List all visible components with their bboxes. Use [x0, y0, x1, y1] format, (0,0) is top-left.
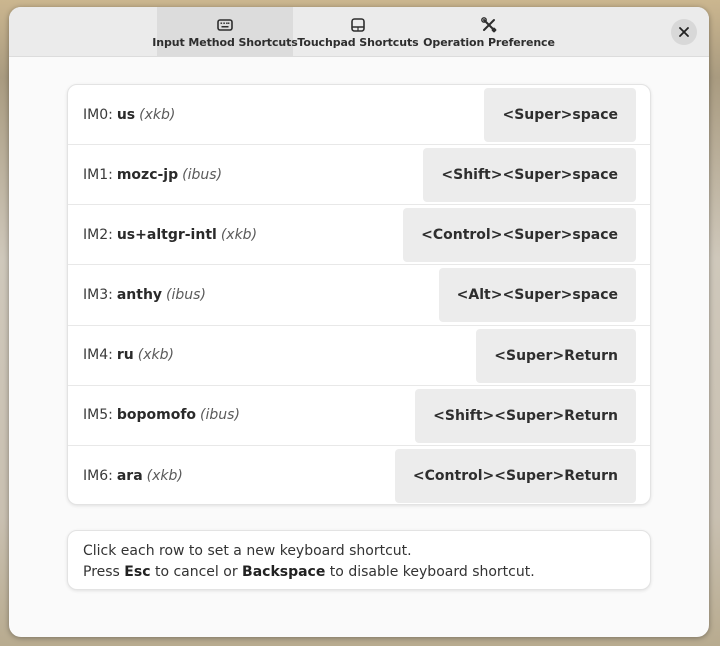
help-line-1: Click each row to set a new keyboard sho… [83, 543, 412, 559]
shortcut-button[interactable]: <Control><Super>space [403, 208, 636, 263]
input-method-row-2[interactable]: IM2: us+altgr-intl (xkb) <Control><Super… [68, 205, 650, 266]
tab-label: Input Method Shortcuts [152, 35, 298, 49]
shortcut-button[interactable]: <Shift><Super>Return [415, 388, 636, 443]
im-engine: xkb [152, 467, 178, 484]
input-method-row-3[interactable]: IM3: anthy (ibus) <Alt><Super>space [68, 265, 650, 326]
header-bar: Input Method Shortcuts Touchpad Shortcut… [9, 7, 709, 57]
im-index: IM5: [83, 407, 113, 424]
close-icon [679, 27, 689, 37]
shortcut-button[interactable]: <Super>Return [476, 328, 636, 383]
tab-touchpad-shortcuts[interactable]: Touchpad Shortcuts [293, 7, 423, 57]
row-label: IM5: bopomofo (ibus) [83, 407, 240, 424]
tools-icon [481, 16, 497, 32]
tab-label: Operation Preference [423, 35, 555, 49]
im-name: us+altgr-intl [116, 226, 217, 243]
keyboard-icon [217, 18, 233, 31]
im-name: ara [116, 467, 143, 484]
touchpad-icon [351, 17, 365, 32]
im-engine: xkb [226, 226, 252, 243]
im-engine: xkb [143, 347, 169, 364]
input-method-row-4[interactable]: IM4: ru (xkb) <Super>Return [68, 326, 650, 386]
im-engine: ibus [171, 286, 201, 303]
row-label: IM3: anthy (ibus) [83, 286, 206, 303]
input-method-list: IM0: us (xkb) <Super>space IM1: mozc-jp … [67, 84, 651, 505]
row-label: IM6: ara (xkb) [83, 467, 183, 484]
shortcuts-window: Input Method Shortcuts Touchpad Shortcut… [9, 7, 709, 637]
input-method-row-6[interactable]: IM6: ara (xkb) <Control><Super>Return [68, 446, 650, 504]
help-line-2: Press Esc to cancel or Backspace to disa… [83, 562, 635, 583]
im-name: ru [116, 347, 134, 364]
help-text: to cancel or [150, 564, 243, 580]
tab-bar: Input Method Shortcuts Touchpad Shortcut… [152, 7, 555, 57]
im-index: IM3: [83, 286, 113, 303]
shortcut-button[interactable]: <Alt><Super>space [438, 268, 636, 323]
shortcut-button[interactable]: <Super>space [484, 88, 636, 142]
tab-operation-preference[interactable]: Operation Preference [423, 7, 555, 57]
row-label: IM4: ru (xkb) [83, 347, 174, 364]
shortcut-button[interactable]: <Shift><Super>space [423, 148, 636, 203]
tab-label: Touchpad Shortcuts [297, 35, 419, 49]
row-label: IM1: mozc-jp (ibus) [83, 166, 223, 183]
help-box: Click each row to set a new keyboard sho… [67, 530, 651, 590]
help-text: Press [83, 564, 125, 580]
shortcut-button[interactable]: <Control><Super>Return [394, 448, 636, 503]
row-label: IM0: us (xkb) [83, 106, 176, 123]
im-index: IM6: [83, 467, 113, 484]
input-method-row-0[interactable]: IM0: us (xkb) <Super>space [68, 85, 650, 146]
row-label: IM2: us+altgr-intl (xkb) [83, 226, 258, 243]
backspace-key-label: Backspace [242, 564, 326, 580]
esc-key-label: Esc [124, 564, 151, 580]
im-engine: xkb [144, 106, 170, 123]
close-button[interactable] [671, 19, 697, 45]
im-index: IM0: [83, 106, 113, 123]
help-text: to disable keyboard shortcut. [325, 564, 535, 580]
tab-input-method-shortcuts[interactable]: Input Method Shortcuts [152, 7, 298, 57]
im-name: bopomofo [116, 407, 197, 424]
im-index: IM2: [83, 226, 113, 243]
im-index: IM1: [83, 166, 113, 183]
input-method-row-5[interactable]: IM5: bopomofo (ibus) <Shift><Super>Retur… [68, 386, 650, 446]
im-name: us [116, 106, 136, 123]
im-name: anthy [116, 286, 163, 303]
im-engine: ibus [205, 407, 235, 424]
im-index: IM4: [83, 347, 113, 364]
im-name: mozc-jp [116, 166, 179, 183]
im-engine: ibus [187, 166, 217, 183]
input-method-row-1[interactable]: IM1: mozc-jp (ibus) <Shift><Super>space [68, 145, 650, 206]
